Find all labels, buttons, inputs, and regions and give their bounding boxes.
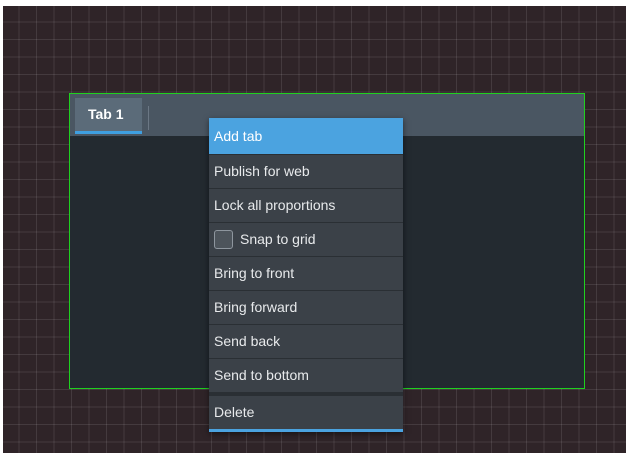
menu-item-label: Add tab [214,127,263,144]
menu-item-snap-to-grid[interactable]: Snap to grid [209,223,403,257]
menu-item-label: Publish for web [214,163,310,179]
snap-to-grid-checkbox[interactable] [214,230,233,249]
menu-item-delete[interactable]: Delete [209,393,403,429]
menu-item-label: Bring to front [214,265,295,281]
context-menu: Add tab Publish for web Lock all proport… [209,118,403,432]
menu-item-bring-forward[interactable]: Bring forward [209,291,403,325]
menu-item-send-back[interactable]: Send back [209,325,403,359]
tab-1[interactable]: Tab 1 [75,98,142,134]
menu-item-lock-all-proportions[interactable]: Lock all proportions [209,189,403,223]
tab-divider [148,106,149,130]
menu-item-bring-to-front[interactable]: Bring to front [209,257,403,291]
menu-item-send-to-bottom[interactable]: Send to bottom [209,359,403,393]
tab-label: Tab 1 [88,106,124,122]
menu-item-label: Send back [214,333,281,349]
menu-item-label: Lock all proportions [214,197,336,213]
design-canvas[interactable]: Tab 1 Add tab Publish for web Lock all p… [3,6,626,453]
menu-item-label: Send to bottom [214,367,309,383]
menu-item-label: Bring forward [214,299,298,315]
menu-item-label: Delete [214,404,255,420]
menu-item-add-tab[interactable]: Add tab [209,118,403,155]
tab-active-indicator [75,131,142,134]
menu-item-label: Snap to grid [240,231,316,247]
menu-bottom-accent [209,429,403,432]
menu-item-publish-for-web[interactable]: Publish for web [209,155,403,189]
